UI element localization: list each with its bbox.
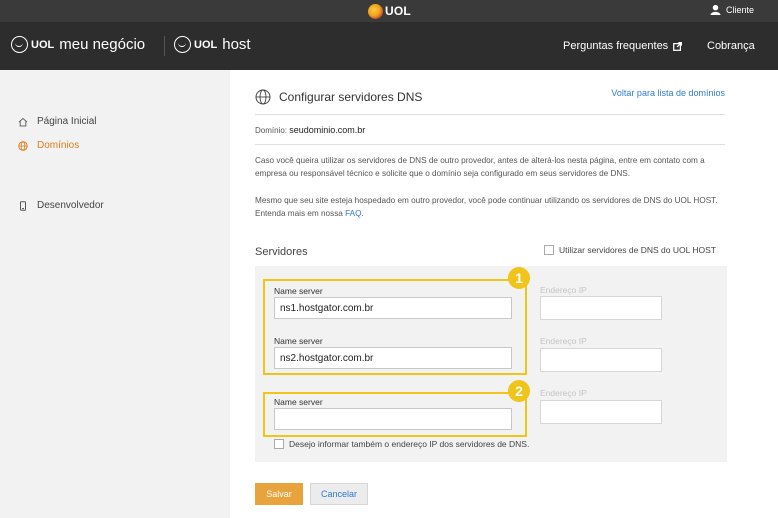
highlight-box-1 xyxy=(263,279,527,375)
cancel-button[interactable]: Cancelar xyxy=(310,483,368,505)
inform-ip-checkbox[interactable] xyxy=(274,439,284,449)
divider xyxy=(255,144,725,145)
sidebar-item-label: Página Inicial xyxy=(37,116,97,127)
servers-heading: Servidores xyxy=(255,246,308,258)
uol-top-logo[interactable]: UOL xyxy=(368,3,411,19)
domain-value: seudominio.com.br xyxy=(289,125,366,135)
highlight-box-2 xyxy=(263,392,527,437)
ip-address-3-input[interactable] xyxy=(540,400,662,424)
step-badge-2: 2 xyxy=(508,380,530,402)
brand1-product: meu negócio xyxy=(59,36,146,53)
faq-link[interactable]: Perguntas frequentes xyxy=(563,40,683,52)
main-content: Configurar servidores DNS Voltar para li… xyxy=(230,70,778,518)
brand-host[interactable]: UOL host xyxy=(174,36,251,53)
inform-ip-label: Desejo informar também o endereço IP dos… xyxy=(289,439,530,449)
servers-panel: Name server Endereço IP Name server Ende… xyxy=(255,266,727,462)
page-title-text: Configurar servidores DNS xyxy=(279,90,423,104)
sidebar-item-home[interactable]: Página Inicial xyxy=(18,116,96,127)
info-paragraph-1: Caso você queira utilizar os servidores … xyxy=(255,156,705,178)
info-paragraph-2-end: . xyxy=(361,209,364,218)
top-bar: UOL Cliente xyxy=(0,0,778,22)
sidebar-item-developer[interactable]: Desenvolvedor xyxy=(18,200,104,211)
ip-address-label: Endereço IP xyxy=(540,336,587,346)
divider xyxy=(255,114,725,115)
faq-inline-link[interactable]: FAQ xyxy=(345,209,361,218)
sidebar-item-label: Domínios xyxy=(37,140,80,151)
domain-info: Domínio: seudominio.com.br xyxy=(255,125,365,135)
use-uol-dns-checkbox[interactable] xyxy=(544,245,554,255)
client-menu[interactable]: Cliente xyxy=(710,4,754,15)
globe-icon xyxy=(18,140,28,151)
sidebar: Página Inicial Domínios Desenvolvedor xyxy=(0,70,230,518)
brand-meu-negocio[interactable]: UOL meu negócio xyxy=(11,36,145,53)
sidebar-item-domains[interactable]: Domínios xyxy=(18,140,79,151)
uol-globe-icon xyxy=(11,36,28,53)
save-button[interactable]: Salvar xyxy=(255,483,303,505)
info-paragraph-2: Mesmo que seu site esteja hospedado em o… xyxy=(255,194,727,220)
ip-address-label: Endereço IP xyxy=(540,285,587,295)
domain-label: Domínio: xyxy=(255,126,288,135)
brand1-logo: UOL xyxy=(31,38,55,51)
globe-icon xyxy=(255,89,271,105)
brand2-product: host xyxy=(222,36,251,53)
use-uol-dns-option[interactable]: Utilizar servidores de DNS do UOL HOST xyxy=(544,245,716,255)
phone-icon xyxy=(20,200,26,211)
home-icon xyxy=(18,117,28,126)
page-title: Configurar servidores DNS xyxy=(255,89,422,105)
uol-ball-icon xyxy=(368,3,383,19)
uol-top-logo-text: UOL xyxy=(385,4,411,18)
header: UOL meu negócio UOL host Perguntas frequ… xyxy=(0,22,778,70)
uol-globe-icon xyxy=(174,36,191,53)
ip-address-2-input[interactable] xyxy=(540,348,662,372)
ip-address-1-input[interactable] xyxy=(540,296,662,320)
brand2-logo: UOL xyxy=(194,38,218,51)
external-link-icon xyxy=(673,41,683,51)
info-paragraph-2-text: Mesmo que seu site esteja hospedado em o… xyxy=(255,196,718,218)
back-to-domains-link[interactable]: Voltar para lista de domínios xyxy=(611,88,725,98)
step-badge-1: 1 xyxy=(508,267,530,289)
sidebar-item-label: Desenvolvedor xyxy=(37,200,104,211)
faq-label: Perguntas frequentes xyxy=(563,40,669,52)
ip-address-label: Endereço IP xyxy=(540,388,587,398)
brand-separator xyxy=(164,36,165,56)
billing-link[interactable]: Cobrança xyxy=(707,40,755,52)
use-uol-dns-label: Utilizar servidores de DNS do UOL HOST xyxy=(559,245,716,255)
client-label: Cliente xyxy=(725,4,754,15)
inform-ip-option[interactable]: Desejo informar também o endereço IP dos… xyxy=(274,439,529,449)
user-icon xyxy=(710,4,721,15)
